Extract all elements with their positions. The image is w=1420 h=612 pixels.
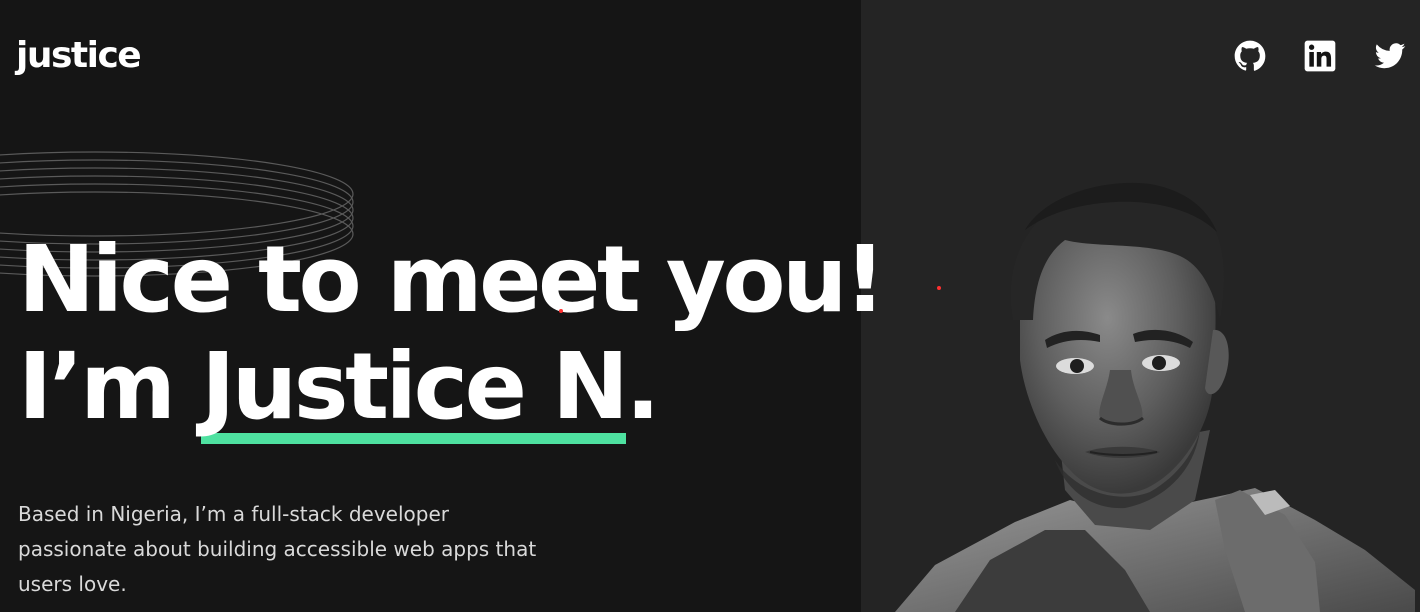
intro-text: Based in Nigeria, I’m a full-stack devel…	[18, 502, 537, 596]
social-links	[1234, 40, 1406, 72]
hero-headline: Nice to meet you! I’m Justice N.	[18, 226, 886, 444]
github-link[interactable]	[1234, 40, 1266, 72]
github-icon	[1234, 40, 1266, 71]
headline-suffix: .	[625, 333, 661, 440]
linkedin-icon	[1304, 40, 1336, 72]
page: justice Nice to meet you! I’m Justice N.…	[0, 0, 1420, 612]
twitter-icon	[1374, 43, 1406, 69]
linkedin-link[interactable]	[1304, 40, 1336, 72]
decorative-dot	[937, 286, 941, 290]
twitter-link[interactable]	[1374, 40, 1406, 72]
portrait-image	[895, 182, 1415, 612]
headline-line-1: Nice to meet you!	[18, 226, 886, 333]
decorative-dot	[559, 309, 563, 313]
developer-name: Justice N	[201, 333, 629, 444]
headline-prefix: I’m	[18, 333, 202, 440]
logo[interactable]: justice	[16, 34, 142, 78]
headline-line-2: I’m Justice N.	[18, 333, 883, 444]
